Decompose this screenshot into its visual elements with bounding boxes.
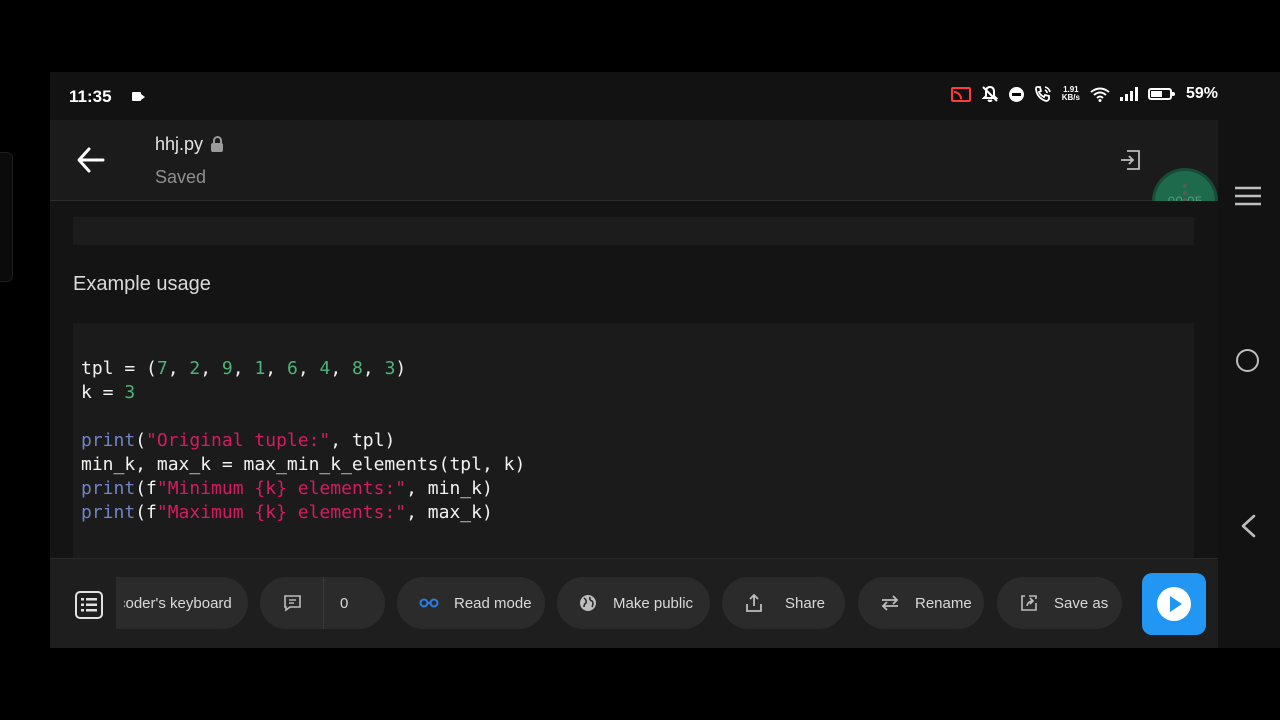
system-nav-bar (1218, 120, 1280, 648)
code-token: 7 (156, 358, 168, 379)
code-token: , (200, 358, 222, 379)
code-line[interactable]: print("Original tuple:", tpl) (81, 429, 525, 453)
coders-keyboard-button[interactable]: coder's keyboard (116, 577, 248, 629)
code-token: 3 (384, 358, 396, 379)
share-label: Share (785, 594, 826, 612)
read-mode-label: Read mode (454, 594, 532, 612)
wifi-calling-icon (1034, 86, 1051, 102)
code-line[interactable] (81, 405, 525, 429)
phone-screen: 11:35 1.91KB/s 59% hhj.py Saved 00:05 Ex… (50, 72, 1280, 648)
code-token: , (362, 358, 385, 379)
code-token: , (167, 358, 190, 379)
code-token: 2 (189, 358, 201, 379)
code-token: 9 (221, 358, 233, 379)
code-line[interactable]: k = 3 (81, 381, 525, 405)
code-token: ) (395, 358, 407, 379)
document-list-icon[interactable] (74, 590, 104, 620)
code-token: (f (135, 502, 157, 523)
code-token: 1 (254, 358, 266, 379)
recent-apps-icon[interactable] (1235, 186, 1261, 206)
comments-button[interactable]: 0 (260, 577, 385, 629)
save-as-button[interactable]: Save as (997, 577, 1122, 629)
code-token: 4 (319, 358, 331, 379)
do-not-disturb-icon (1008, 86, 1024, 102)
code-token: min_k, max_k = max_min_k_elements(tpl, k… (81, 454, 526, 475)
code-token: , (297, 358, 320, 379)
read-mode-button[interactable]: Read mode (397, 577, 545, 629)
code-line[interactable]: print(f"Maximum {k} elements:", max_k) (81, 501, 525, 525)
file-title: hhj.py (155, 134, 224, 155)
previous-code-block (73, 217, 1194, 245)
lock-icon (211, 135, 224, 152)
nav-back-icon[interactable] (1239, 514, 1259, 538)
rename-button[interactable]: Rename (858, 577, 984, 629)
code-block[interactable]: tpl = (7, 2, 9, 1, 6, 4, 8, 3) k = 3 prin… (73, 323, 1194, 558)
code-token: "Minimum {k} elements:" (156, 478, 407, 499)
app-bar: hhj.py Saved 00:05 (50, 120, 1218, 231)
bell-off-icon (981, 85, 999, 102)
save-as-label: Save as (1054, 594, 1109, 612)
code-token: , (265, 358, 287, 379)
battery-icon (1147, 88, 1175, 100)
code-token: tpl = ( (81, 358, 157, 379)
home-icon[interactable] (1236, 349, 1259, 372)
section-heading: Example usage (73, 273, 211, 295)
network-speed-unit: KB/s (1061, 93, 1080, 102)
code-text[interactable]: tpl = (7, 2, 9, 1, 6, 4, 8, 3) k = 3 prin… (81, 357, 525, 525)
play-icon (1157, 587, 1191, 621)
globe-icon (580, 595, 596, 611)
code-line[interactable]: tpl = (7, 2, 9, 1, 6, 4, 8, 3) (81, 357, 525, 381)
code-token: "Original tuple:" (146, 430, 331, 451)
code-token: (f (135, 478, 157, 499)
share-button[interactable]: Share (722, 577, 845, 629)
device-edge (0, 152, 13, 282)
share-icon (746, 593, 762, 612)
status-time: 11:35 (69, 87, 112, 106)
save-as-icon (1021, 595, 1037, 611)
code-token: , (232, 358, 255, 379)
screen-record-icon (132, 92, 145, 101)
make-public-button[interactable]: Make public (557, 577, 710, 629)
code-token: print (81, 478, 136, 499)
code-token: , min_k) (406, 478, 493, 499)
editor-content: Example usage tpl = (7, 2, 9, 1, 6, 4, 8… (50, 201, 1218, 558)
code-line[interactable]: min_k, max_k = max_min_k_elements(tpl, k… (81, 453, 525, 477)
code-token: print (81, 430, 136, 451)
code-token: 3 (124, 382, 136, 403)
code-token: "Maximum {k} elements:" (156, 502, 407, 523)
glasses-icon (419, 598, 439, 608)
file-name: hhj.py (155, 134, 204, 154)
save-status: Saved (155, 167, 207, 187)
back-arrow-icon[interactable] (76, 146, 106, 174)
make-public-label: Make public (613, 594, 694, 612)
wifi-icon (1090, 87, 1110, 102)
coders-keyboard-label: coder's keyboard (118, 594, 232, 612)
swap-icon (881, 595, 899, 611)
code-token: k = (81, 382, 125, 403)
code-token: 8 (352, 358, 363, 379)
code-line[interactable]: print(f"Minimum {k} elements:", min_k) (81, 477, 525, 501)
code-token: ( (135, 430, 147, 451)
code-token: , (330, 358, 353, 379)
bottom-toolbar: coder's keyboard 0 Read mode Make public… (50, 558, 1218, 648)
network-speed: 1.91 KB/s (1062, 86, 1080, 102)
code-token: 6 (286, 358, 298, 379)
status-bar: 11:35 1.91 KB/s 59% (50, 72, 1218, 120)
comment-icon (284, 595, 301, 612)
run-button[interactable] (1142, 573, 1206, 635)
code-token: print (81, 502, 136, 523)
signal-icon (1119, 87, 1138, 101)
more-options-icon[interactable] (1183, 184, 1187, 188)
divider (323, 577, 324, 629)
comments-count: 0 (340, 594, 349, 612)
status-icons: 1.91 KB/s 59% (950, 85, 1218, 103)
code-token: , tpl) (330, 430, 396, 451)
rename-label: Rename (915, 594, 972, 612)
cast-icon (950, 86, 971, 102)
code-token: , max_k) (406, 502, 493, 523)
exit-icon[interactable] (1118, 148, 1142, 172)
battery-percent: 59% (1185, 85, 1218, 102)
